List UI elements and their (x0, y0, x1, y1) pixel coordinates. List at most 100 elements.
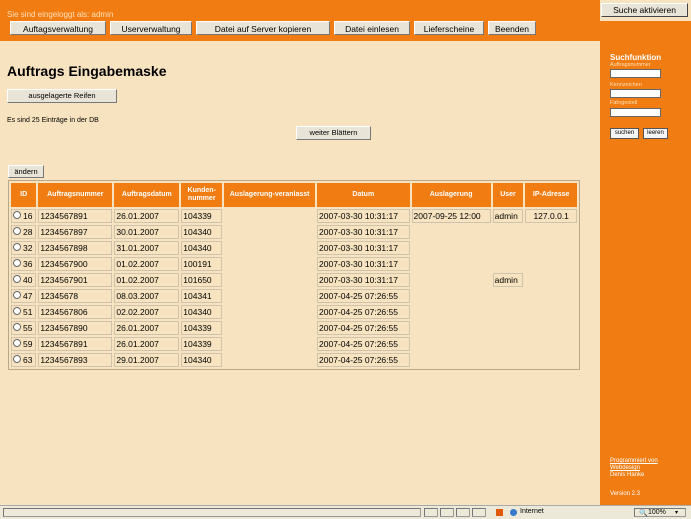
credits: Programmiert von Webdesign Denis Hanke (610, 458, 658, 479)
edit-button[interactable]: ändern (8, 165, 44, 178)
table-cell: 104340 (181, 225, 223, 239)
empty-cell (493, 321, 524, 335)
table-cell: 2007-03-30 10:31:17 (317, 241, 410, 255)
table-cell: 26.01.2007 (114, 321, 180, 335)
globe-icon (510, 509, 517, 516)
table-cell: 100191 (181, 257, 223, 271)
id-value: 36 (23, 259, 33, 269)
row-select-radio[interactable] (13, 275, 21, 283)
row-select-radio[interactable] (13, 227, 21, 235)
status-segment (472, 508, 486, 517)
table-cell: 2007-03-30 10:31:17 (317, 209, 410, 223)
column-header: Auftragsnummer (38, 183, 113, 207)
table-cell: 2007-03-30 10:31:17 (317, 273, 410, 287)
stored-tires-button[interactable]: ausgelagerte Reifen (7, 89, 117, 103)
column-header: Auftragsdatum (114, 183, 180, 207)
version-label: Version 2.3 (610, 491, 641, 497)
row-select-radio[interactable] (13, 259, 21, 267)
nav-userverwaltung-button[interactable]: Userverwaltung (110, 21, 192, 35)
table-row: 28 1234567897 30.01.2007 104340 2007-03-30 1… (11, 225, 577, 239)
table-row: 63 1234567893 29.01.2007 104340 2007-04-25 0… (11, 353, 577, 367)
zoom-level: 100% (648, 509, 666, 516)
id-value: 32 (23, 243, 33, 253)
column-header: Kunden- nummer (181, 183, 223, 207)
empty-cell (224, 305, 315, 319)
login-status: Sie sind eingeloggt als: admin (7, 10, 114, 19)
table-cell: 08.03.2007 (114, 289, 180, 303)
id-cell: 51 (11, 305, 37, 319)
credits-link-webdesign[interactable]: Webdesign (610, 465, 658, 472)
table-cell: 104339 (181, 321, 223, 335)
entry-count: Es sind 25 Einträge in der DB (7, 117, 99, 124)
table-row: 55 1234567890 26.01.2007 104339 2007-04-25 0… (11, 321, 577, 335)
clear-button[interactable]: leeren (643, 128, 668, 139)
empty-cell (412, 321, 491, 335)
status-text-area (3, 508, 421, 517)
row-select-radio[interactable] (13, 355, 21, 363)
table-cell: 01.02.2007 (114, 273, 180, 287)
table-row: 51 1234567806 02.02.2007 104340 2007-04-25 0… (11, 305, 577, 319)
id-cell: 28 (11, 225, 37, 239)
table-cell: 127.0.0.1 (525, 209, 577, 223)
empty-cell (493, 225, 524, 239)
row-select-radio[interactable] (13, 211, 21, 219)
order-number-label: Auftragsnummer (610, 62, 651, 68)
id-value: 40 (23, 275, 33, 285)
id-cell: 32 (11, 241, 37, 255)
row-select-radio[interactable] (13, 307, 21, 315)
next-page-button[interactable]: weiter Blättern (296, 126, 371, 140)
empty-cell (525, 225, 577, 239)
search-button[interactable]: suchen (610, 128, 639, 139)
table-cell: 104340 (181, 353, 223, 367)
row-select-radio[interactable] (13, 243, 21, 251)
status-segment (456, 508, 470, 517)
table-header-row: ID Auftragsnummer Auftragsdatum Kunden- num… (11, 183, 577, 207)
row-select-radio[interactable] (13, 323, 21, 331)
zoom-control[interactable]: 🔍 100% ▾ (634, 508, 686, 517)
table-cell: 2007-03-30 10:31:17 (317, 257, 410, 271)
empty-cell (224, 289, 315, 303)
table-cell: 29.01.2007 (114, 353, 180, 367)
id-cell: 55 (11, 321, 37, 335)
credits-link-programmiert[interactable]: Programmiert von (610, 458, 658, 465)
column-header: Auslagerung-veranlasst (224, 183, 316, 207)
row-select-radio[interactable] (13, 339, 21, 347)
search-title: Suchfunktion (610, 53, 662, 62)
empty-cell (412, 273, 491, 287)
empty-cell (525, 257, 577, 271)
empty-cell (224, 337, 315, 351)
order-number-input[interactable] (610, 69, 661, 78)
nav-datei-einlesen-button[interactable]: Datei einlesen (334, 21, 410, 35)
empty-cell (224, 225, 315, 239)
table-cell: 104339 (181, 337, 223, 351)
search-activate-button[interactable]: Suche aktivieren (601, 3, 688, 17)
id-cell: 40 (11, 273, 37, 287)
empty-cell (412, 257, 491, 271)
table-cell: 1234567890 (38, 321, 113, 335)
id-value: 51 (23, 307, 33, 317)
empty-cell (525, 337, 577, 351)
table-cell: 30.01.2007 (114, 225, 180, 239)
nav-lieferscheine-button[interactable]: Lieferscheine (414, 21, 484, 35)
zone-label: Internet (520, 508, 544, 515)
empty-cell (525, 353, 577, 367)
empty-cell (493, 305, 524, 319)
empty-cell (493, 353, 524, 367)
nav-auftragsverwaltung-button[interactable]: Auftagsverwaltung (10, 21, 106, 35)
table-cell: 01.02.2007 (114, 257, 180, 271)
table-cell: 2007-04-25 07:26:55 (317, 289, 410, 303)
chassis-input[interactable] (610, 108, 661, 117)
table-cell: 1234567806 (38, 305, 113, 319)
table-cell: 2007-03-30 10:31:17 (317, 225, 410, 239)
nav-beenden-button[interactable]: Beenden (488, 21, 536, 35)
license-plate-input[interactable] (610, 89, 661, 98)
empty-cell (525, 241, 577, 255)
status-bar: Internet 🔍 100% ▾ (0, 505, 691, 519)
table-cell: 1234567900 (38, 257, 113, 271)
id-cell: 59 (11, 337, 37, 351)
empty-cell (224, 321, 315, 335)
nav-datei-kopieren-button[interactable]: Datei auf Server kopieren (196, 21, 330, 35)
column-header: Datum (317, 183, 410, 207)
table-cell: 02.02.2007 (114, 305, 180, 319)
row-select-radio[interactable] (13, 291, 21, 299)
